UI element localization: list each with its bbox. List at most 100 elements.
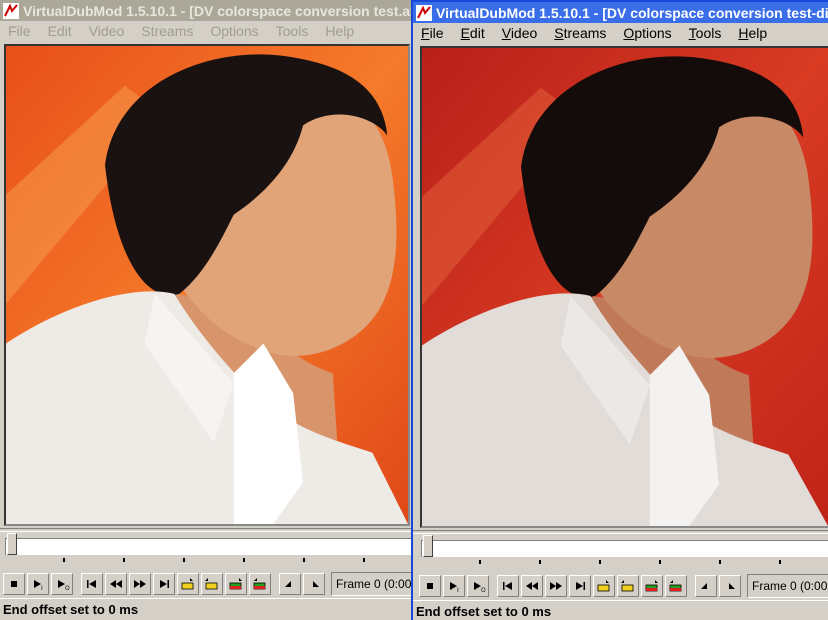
menu-options[interactable]: Options <box>202 23 267 39</box>
scene-back-button[interactable] <box>225 573 247 595</box>
mark-out-icon <box>313 581 319 587</box>
menu-streams[interactable]: Streams <box>546 25 615 41</box>
frame-indicator: Frame 0 (0:00:00.000) <box>747 574 828 598</box>
scene-back-icon <box>229 578 242 590</box>
mark-in-button[interactable] <box>279 573 301 595</box>
play-input-icon: I <box>450 582 459 593</box>
skip-to-start-icon <box>87 580 96 588</box>
step-back-button[interactable] <box>521 575 543 597</box>
slider-track[interactable] <box>421 540 828 557</box>
video-frame-image <box>6 46 408 524</box>
virtualdub-app-icon <box>3 2 19 19</box>
fast-forward-icon <box>134 580 146 588</box>
virtualdub-app-icon <box>416 4 432 21</box>
menu-help[interactable]: Help <box>317 23 363 39</box>
menu-streams[interactable]: Streams <box>133 23 202 39</box>
separator <box>0 528 414 532</box>
prev-keyframe-button[interactable] <box>177 573 199 595</box>
menu-file[interactable]: File <box>0 23 40 39</box>
step-forward-button[interactable] <box>129 573 151 595</box>
playback-toolbar: I O Frame 0 (0:00:00.000) <box>0 572 414 596</box>
next-keyframe-button[interactable] <box>201 573 223 595</box>
key-frame-forward-icon <box>621 580 634 592</box>
scene-back-button[interactable] <box>641 575 663 597</box>
scene-forward-icon <box>253 578 266 590</box>
slider-track[interactable] <box>5 538 414 555</box>
menu-bar: File Edit Video Streams Options Tools He… <box>413 23 828 43</box>
fast-forward-icon <box>550 582 562 590</box>
go-to-start-button[interactable] <box>81 573 103 595</box>
scene-back-icon <box>645 580 658 592</box>
play-input-icon: I <box>34 580 43 591</box>
menu-file[interactable]: File <box>413 25 453 41</box>
scene-forward-button[interactable] <box>665 575 687 597</box>
title-bar[interactable]: VirtualDubMod 1.5.10.1 - [DV colorspace … <box>0 0 414 21</box>
key-frame-forward-icon <box>205 578 218 590</box>
video-frame-image <box>422 48 828 526</box>
prev-keyframe-button[interactable] <box>593 575 615 597</box>
scene-forward-button[interactable] <box>249 573 271 595</box>
key-frame-back-icon <box>597 580 610 592</box>
scene-forward-icon <box>669 580 682 592</box>
separator <box>413 530 828 534</box>
mark-in-button[interactable] <box>695 575 717 597</box>
rewind-icon <box>526 582 538 590</box>
window-title: VirtualDubMod 1.5.10.1 - [DV colorspace … <box>436 4 828 21</box>
menu-tools[interactable]: Tools <box>268 23 318 39</box>
rewind-icon <box>110 580 122 588</box>
skip-to-end-icon <box>160 580 169 588</box>
virtualdub-window-right: VirtualDubMod 1.5.10.1 - [DV colorspace … <box>411 0 828 620</box>
video-preview-pane <box>420 46 828 528</box>
svg-text:I: I <box>457 587 459 593</box>
mark-out-button[interactable] <box>303 573 325 595</box>
menu-tools[interactable]: Tools <box>681 25 731 41</box>
stop-button[interactable] <box>3 573 25 595</box>
virtualdub-window-left: VirtualDubMod 1.5.10.1 - [DV colorspace … <box>0 0 414 620</box>
stop-button[interactable] <box>419 575 441 597</box>
go-to-end-button[interactable] <box>569 575 591 597</box>
slider-ticks <box>421 560 828 564</box>
play-input-button[interactable]: I <box>443 575 465 597</box>
skip-to-start-icon <box>503 582 512 590</box>
mark-in-icon <box>701 583 707 589</box>
window-title: VirtualDubMod 1.5.10.1 - [DV colorspace … <box>23 2 414 19</box>
mark-out-button[interactable] <box>719 575 741 597</box>
menu-edit[interactable]: Edit <box>453 25 494 41</box>
key-frame-back-icon <box>181 578 194 590</box>
playback-toolbar: I O Frame 0 (0:00:00.000) <box>413 574 828 598</box>
menu-video[interactable]: Video <box>81 23 134 39</box>
svg-text:O: O <box>65 585 70 591</box>
go-to-start-button[interactable] <box>497 575 519 597</box>
play-output-icon: O <box>474 582 486 593</box>
stop-icon <box>427 583 433 589</box>
title-bar[interactable]: VirtualDubMod 1.5.10.1 - [DV colorspace … <box>413 2 828 23</box>
svg-text:I: I <box>41 585 43 591</box>
play-input-button[interactable]: I <box>27 573 49 595</box>
menu-help[interactable]: Help <box>730 25 776 41</box>
skip-to-end-icon <box>576 582 585 590</box>
menu-edit[interactable]: Edit <box>40 23 81 39</box>
frame-indicator: Frame 0 (0:00:00.000) <box>331 572 414 596</box>
slider-thumb[interactable] <box>423 535 433 557</box>
step-back-button[interactable] <box>105 573 127 595</box>
position-slider[interactable] <box>5 533 414 563</box>
play-output-icon: O <box>58 580 70 591</box>
position-slider[interactable] <box>421 535 828 565</box>
next-keyframe-button[interactable] <box>617 575 639 597</box>
status-bar: End offset set to 0 ms <box>0 598 414 620</box>
play-output-button[interactable]: O <box>51 573 73 595</box>
svg-text:O: O <box>481 587 486 593</box>
go-to-end-button[interactable] <box>153 573 175 595</box>
step-forward-button[interactable] <box>545 575 567 597</box>
slider-thumb[interactable] <box>7 533 17 555</box>
slider-ticks <box>5 558 414 562</box>
stop-icon <box>11 581 17 587</box>
mark-out-icon <box>729 583 735 589</box>
status-bar: End offset set to 0 ms <box>413 600 828 620</box>
play-output-button[interactable]: O <box>467 575 489 597</box>
mark-in-icon <box>285 581 291 587</box>
video-preview-pane <box>4 44 410 526</box>
menu-bar: File Edit Video Streams Options Tools He… <box>0 21 414 41</box>
menu-video[interactable]: Video <box>494 25 547 41</box>
menu-options[interactable]: Options <box>615 25 680 41</box>
